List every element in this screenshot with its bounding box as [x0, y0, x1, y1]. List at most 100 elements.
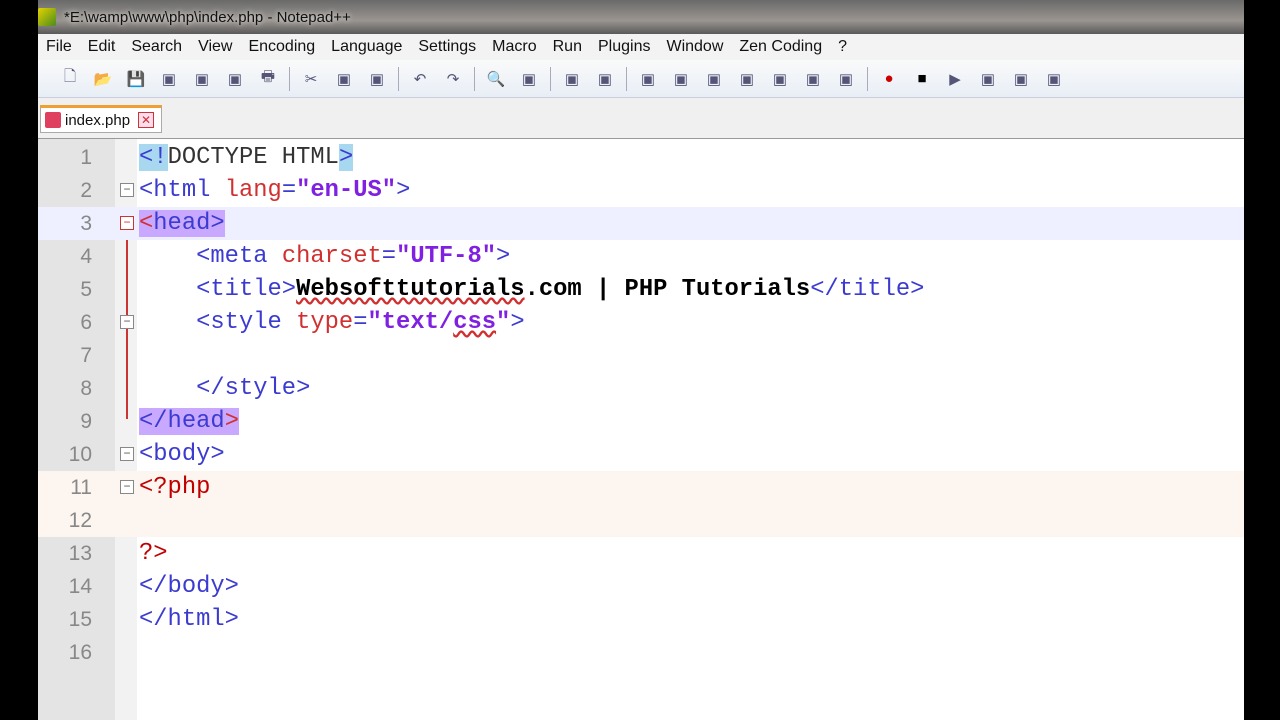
code-text: <!DOCTYPE HTML> — [139, 141, 354, 174]
menu-bar: File Edit Search View Encoding Language Settin… — [38, 34, 1244, 60]
print-icon[interactable]: 🖶 — [256, 67, 280, 91]
cut-icon[interactable]: ✂ — [299, 67, 323, 91]
stop-record-icon[interactable]: ■ — [910, 67, 934, 91]
code-line[interactable]: 13 ?> — [38, 537, 1244, 570]
find-icon[interactable]: 🔍 — [484, 67, 508, 91]
code-token: ?> — [139, 540, 168, 567]
user-defined-language-icon[interactable]: ▣ — [801, 67, 825, 91]
line-number: 3 — [80, 212, 92, 235]
code-line[interactable]: 4 <meta charset="UTF-8"> — [38, 240, 1244, 273]
tab-index-php[interactable]: index.php ✕ — [40, 105, 162, 133]
tab-label: index.php — [65, 111, 131, 129]
play-macro-icon[interactable]: ▶ — [943, 67, 967, 91]
run-macro-multiple-icon[interactable]: ▣ — [976, 67, 1000, 91]
code-line[interactable]: 15 </html> — [38, 603, 1244, 636]
code-token: ! — [153, 144, 168, 171]
menu-edit[interactable]: Edit — [88, 38, 116, 56]
code-line[interactable]: 9 </head> — [38, 405, 1244, 438]
save-all-icon[interactable]: ▣ — [157, 67, 181, 91]
indent-guide-icon[interactable]: ▣ — [768, 67, 792, 91]
code-token: Websofttutorials — [296, 276, 525, 303]
close-tab-icon[interactable]: ✕ — [138, 112, 155, 128]
code-line[interactable]: 16 — [38, 636, 1244, 669]
code-token: </body> — [139, 573, 239, 600]
fold-toggle-icon[interactable]: − — [120, 315, 134, 329]
menu-plugins[interactable]: Plugins — [598, 38, 650, 56]
menu-macro[interactable]: Macro — [492, 38, 536, 56]
redo-icon[interactable]: ↷ — [441, 67, 465, 91]
code-token: <meta — [139, 243, 282, 270]
replace-icon[interactable]: ▣ — [517, 67, 541, 91]
new-file-icon[interactable]: 🗋 — [58, 67, 82, 91]
zoom-out-icon[interactable]: ▣ — [593, 67, 617, 91]
menu-zen-coding[interactable]: Zen Coding — [739, 38, 822, 56]
code-token: > — [496, 243, 511, 270]
paste-icon[interactable]: ▣ — [365, 67, 389, 91]
code-line[interactable]: 7 — [38, 339, 1244, 372]
line-number: 15 — [68, 608, 92, 631]
close-icon[interactable]: ▣ — [190, 67, 214, 91]
code-line[interactable]: 12 — [38, 504, 1244, 537]
word-wrap-icon[interactable]: ▣ — [702, 67, 726, 91]
show-all-chars-icon[interactable]: ▣ — [735, 67, 759, 91]
fold-toggle-icon[interactable]: − — [120, 447, 134, 461]
code-token: </html> — [139, 606, 239, 633]
fold-toggle-icon[interactable]: − — [120, 216, 134, 230]
copy-icon[interactable]: ▣ — [332, 67, 356, 91]
code-token: = — [381, 243, 397, 270]
menu-view[interactable]: View — [198, 38, 232, 56]
code-text: <body> — [139, 438, 225, 471]
plugin-icon[interactable]: ▣ — [1042, 67, 1066, 91]
code-line[interactable]: 5 <title>Websofttutorials.com | PHP Tuto… — [38, 273, 1244, 306]
fold-toggle-icon[interactable]: − — [120, 480, 134, 494]
code-text: </html> — [139, 603, 239, 636]
tab-bar: index.php ✕ — [38, 98, 1244, 136]
line-number: 8 — [80, 377, 92, 400]
sync-vertical-icon[interactable]: ▣ — [636, 67, 660, 91]
code-line[interactable]: 10 − <body> — [38, 438, 1244, 471]
menu-run[interactable]: Run — [553, 38, 582, 56]
code-token: "en-US" — [296, 177, 397, 204]
save-macro-icon[interactable]: ▣ — [1009, 67, 1033, 91]
code-token: > — [224, 408, 239, 435]
open-file-icon[interactable]: 📂 — [91, 67, 115, 91]
zoom-in-icon[interactable]: ▣ — [560, 67, 584, 91]
code-token: css — [453, 309, 497, 336]
title-bar: *E:\wamp\www\php\index.php - Notepad++ — [38, 0, 1244, 34]
menu-language[interactable]: Language — [331, 38, 402, 56]
code-line[interactable]: 1 <!DOCTYPE HTML> — [38, 141, 1244, 174]
code-line[interactable]: 8 </style> — [38, 372, 1244, 405]
line-number: 9 — [80, 410, 92, 433]
save-icon[interactable]: 💾 — [124, 67, 148, 91]
menu-[interactable]: ? — [838, 38, 847, 56]
menu-settings[interactable]: Settings — [418, 38, 476, 56]
toolbar-separator — [867, 66, 868, 91]
code-token: </head — [139, 408, 225, 435]
menu-search[interactable]: Search — [131, 38, 182, 56]
code-line[interactable]: 2 − <html lang="en-US"> — [38, 174, 1244, 207]
code-token: > — [338, 144, 354, 171]
code-line[interactable]: 11 − <?php — [38, 471, 1244, 504]
doc-map-icon[interactable]: ▣ — [834, 67, 858, 91]
code-line[interactable]: 3 − <head> — [38, 207, 1244, 240]
fold-toggle-icon[interactable]: − — [120, 183, 134, 197]
menu-encoding[interactable]: Encoding — [248, 38, 315, 56]
code-line[interactable]: 6 − <style type="text/css"> — [38, 306, 1244, 339]
undo-icon[interactable]: ↶ — [408, 67, 432, 91]
code-token: </title> — [810, 276, 925, 303]
line-number: 4 — [80, 245, 92, 268]
code-token: "UTF-8" — [396, 243, 497, 270]
unsaved-icon — [45, 112, 61, 128]
toolbar-separator — [474, 66, 475, 91]
menu-file[interactable]: File — [46, 38, 72, 56]
toolbar-separator — [289, 66, 290, 91]
sync-horizontal-icon[interactable]: ▣ — [669, 67, 693, 91]
code-editor[interactable]: 1 <!DOCTYPE HTML> 2− <html lang="en-US"> 3− <… — [38, 138, 1244, 720]
menu-window[interactable]: Window — [666, 38, 723, 56]
code-token: </style> — [139, 375, 311, 402]
code-line[interactable]: 14 </body> — [38, 570, 1244, 603]
close-all-icon[interactable]: ▣ — [223, 67, 247, 91]
record-macro-icon[interactable]: ● — [877, 67, 901, 91]
code-token: type — [296, 309, 354, 336]
code-token: " — [496, 309, 511, 336]
